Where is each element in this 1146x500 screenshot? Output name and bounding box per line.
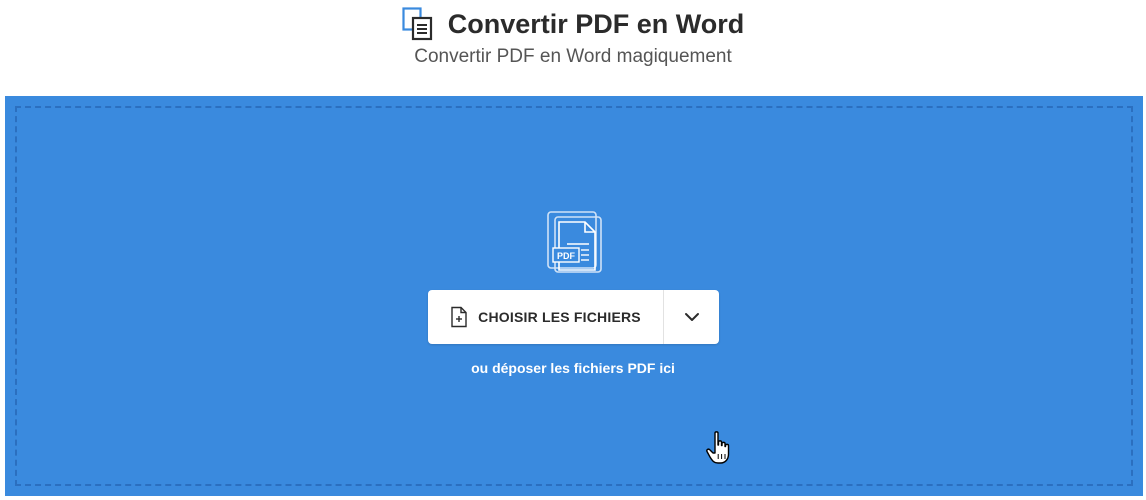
- upload-source-dropdown-button[interactable]: [664, 290, 719, 344]
- pdf-badge-label: PDF: [557, 251, 576, 261]
- pdf-to-word-icon: [402, 7, 432, 41]
- choose-files-button[interactable]: CHOISIR LES FICHIERS: [428, 290, 664, 344]
- title-row: Convertir PDF en Word: [0, 6, 1146, 42]
- pdf-files-icon: PDF: [547, 211, 602, 273]
- file-plus-icon: [451, 306, 467, 328]
- choose-files-label: CHOISIR LES FICHIERS: [478, 309, 641, 325]
- page-header: Convertir PDF en Word Convertir PDF en W…: [0, 0, 1146, 96]
- hand-pointer-icon: [706, 431, 730, 464]
- drop-hint-text: ou déposer les fichiers PDF ici: [471, 360, 675, 376]
- page-subtitle: Convertir PDF en Word magiquement: [414, 46, 732, 67]
- chevron-down-icon: [684, 313, 699, 321]
- choose-files-button-group: CHOISIR LES FICHIERS: [428, 290, 719, 344]
- file-dropzone[interactable]: PDF CHOISIR LES FICHIERS ou déposer les …: [5, 96, 1143, 496]
- page-title: Convertir PDF en Word: [447, 9, 745, 39]
